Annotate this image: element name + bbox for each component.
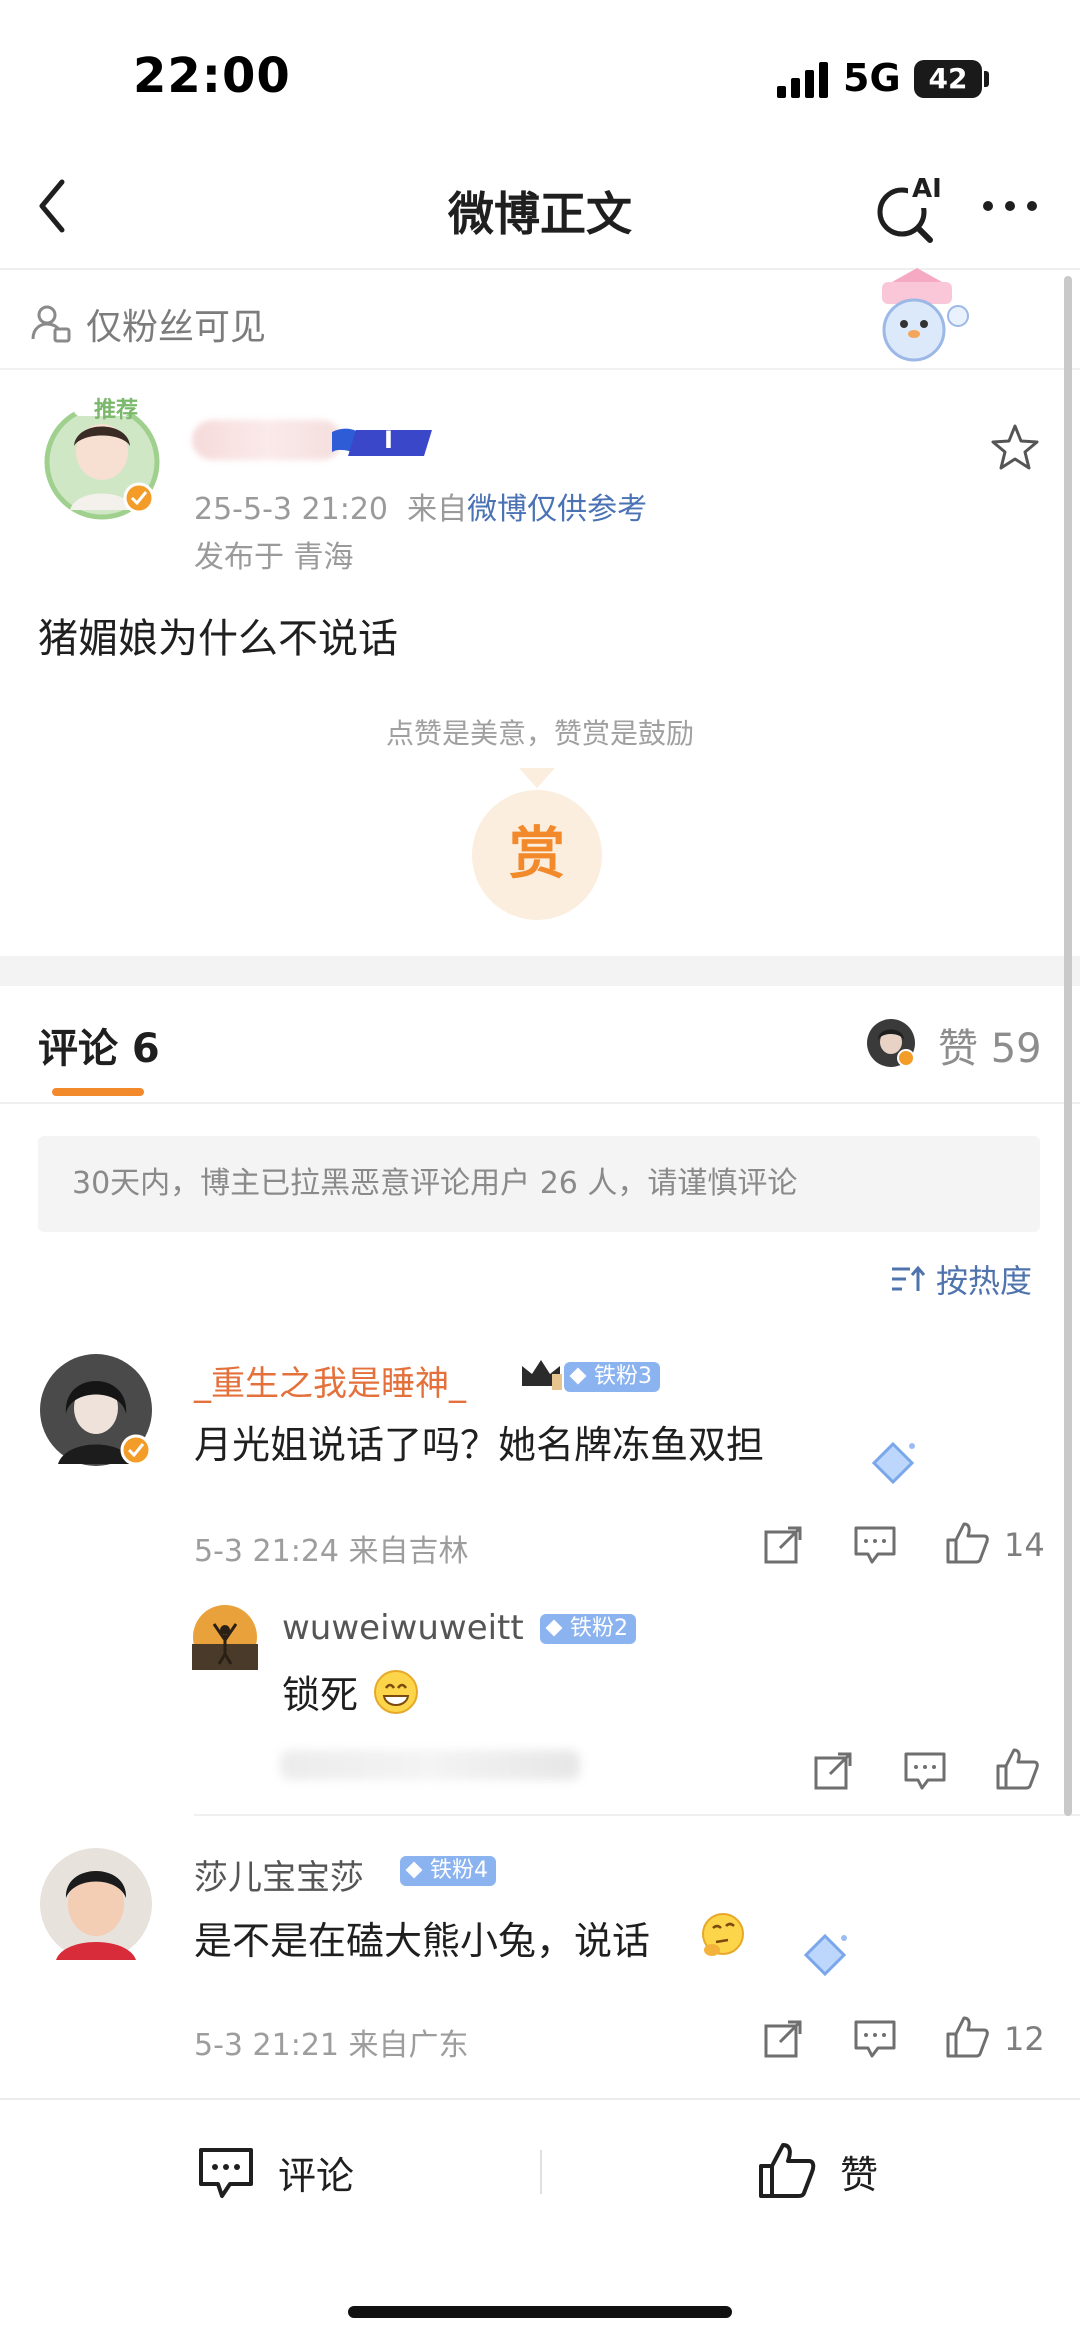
thinking-emoji-icon — [698, 1910, 748, 1960]
divider — [0, 1102, 1080, 1104]
like-count: 12 — [1004, 2020, 1045, 2058]
divider — [0, 368, 1080, 370]
grin-emoji-icon — [372, 1668, 420, 1716]
comment-icon — [904, 1752, 946, 1790]
fans-lock-icon — [31, 305, 71, 343]
section-gap — [0, 956, 1080, 986]
comment-meta: 5-3 21:24 来自吉林 — [194, 1534, 469, 1569]
share-button[interactable] — [760, 1522, 806, 1568]
comment-avatar[interactable] — [38, 1846, 154, 1962]
reply-button[interactable] — [852, 2016, 898, 2062]
share-button[interactable] — [760, 2016, 806, 2062]
author-avatar[interactable]: 推荐 — [36, 392, 168, 524]
reward-notch — [519, 768, 555, 790]
share-button[interactable] — [810, 1748, 856, 1794]
likes-count: 59 — [990, 1026, 1042, 1072]
tab-comments[interactable]: 评论 6 — [38, 1016, 160, 1074]
scrollbar[interactable] — [1064, 276, 1072, 1816]
like-button[interactable] — [944, 1520, 990, 1566]
reply-meta-redacted — [280, 1750, 580, 1780]
fan-badge: 铁粉3 — [564, 1362, 660, 1392]
reply-button[interactable] — [902, 1748, 948, 1794]
sort-icon — [892, 1265, 926, 1291]
likes-label: 赞 — [938, 1026, 978, 1072]
gem-icon — [868, 1438, 918, 1488]
comment-avatar[interactable] — [38, 1352, 154, 1468]
share-icon — [764, 1526, 802, 1564]
penguin-sticker — [862, 268, 972, 368]
divider — [540, 2150, 542, 2194]
more-button[interactable] — [972, 176, 1052, 236]
favorite-button[interactable] — [987, 420, 1043, 476]
visibility-label: 仅粉丝可见 — [86, 307, 267, 348]
post-source[interactable]: 微博仅供参考 — [467, 492, 647, 527]
bottom-action-bar — [0, 2098, 1080, 2341]
fan-level-badge: I — [328, 424, 434, 460]
share-icon — [814, 1752, 852, 1790]
battery-tip — [984, 71, 989, 87]
post-source-prefix: 来自 — [407, 492, 468, 527]
sort-button[interactable]: 按热度 — [890, 1256, 1032, 1302]
blocklist-notice: 30天内，博主已拉黑恶意评论用户 26 人，请谨慎评论 — [38, 1136, 1040, 1232]
crown-icon — [518, 1356, 564, 1392]
reward-tip: 点赞是美意，赞赏是鼓励 — [385, 717, 694, 750]
like-label: 赞 — [840, 2152, 879, 2197]
network-label: 5G — [843, 56, 901, 100]
visibility-row: 仅粉丝可见 — [30, 294, 266, 354]
comment-icon — [854, 2020, 896, 2058]
thumbs-up-icon — [946, 1522, 989, 1564]
write-comment-button[interactable]: 评论 — [196, 2142, 354, 2202]
thumbs-up-icon — [996, 1748, 1039, 1790]
sort-label: 按热度 — [936, 1262, 1033, 1300]
comment-icon — [199, 2148, 253, 2198]
fan-level-text: I — [384, 426, 393, 454]
author-name-redacted[interactable] — [192, 420, 342, 460]
comment-label: 评论 — [278, 2153, 355, 2198]
like-button[interactable] — [994, 1746, 1040, 1792]
likes-tab[interactable]: 赞 59 — [938, 1016, 1042, 1074]
ai-search-button[interactable]: AI — [868, 168, 948, 248]
post-meta: 25-5-3 21:20 来自微博仅供参考 — [194, 484, 647, 528]
comment-text: 月光姐说话了吗？她名牌冻鱼双担 — [194, 1423, 765, 1467]
share-icon — [764, 2020, 802, 2058]
reply-button[interactable] — [852, 1522, 898, 1568]
battery-icon: 42 — [914, 60, 982, 98]
comment-meta: 5-3 21:21 来自广东 — [194, 2028, 469, 2063]
gem-icon — [800, 1930, 850, 1980]
post-location: 发布于 青海 — [194, 540, 354, 575]
post-text: 猪媚娘为什么不说话 — [38, 616, 398, 662]
comment-icon — [854, 1526, 896, 1564]
ai-label: AI — [912, 174, 942, 204]
thumbs-up-icon — [759, 2143, 816, 2198]
like-button[interactable] — [944, 2014, 990, 2060]
star-icon — [991, 424, 1039, 470]
tab-underline — [52, 1088, 144, 1096]
more-icon — [983, 201, 1037, 211]
liker-avatar[interactable] — [866, 1018, 916, 1068]
post-datetime: 25-5-3 21:20 — [194, 492, 388, 527]
like-count: 14 — [1004, 1526, 1045, 1564]
home-indicator — [348, 2306, 732, 2318]
comment-text: 是不是在磕大熊小兔，说话 — [194, 1919, 651, 1963]
like-post-button[interactable]: 赞 — [756, 2140, 878, 2202]
divider — [194, 1814, 1080, 1816]
reply-avatar[interactable] — [192, 1604, 258, 1670]
reward-button[interactable]: 赏 — [472, 790, 602, 920]
thumbs-up-icon — [946, 2016, 989, 2058]
comment-username[interactable]: 莎儿宝宝莎 — [194, 1850, 364, 1899]
fan-badge: 铁粉4 — [400, 1856, 496, 1886]
reply-text: 锁死 — [282, 1673, 359, 1717]
status-time: 22:00 — [133, 48, 291, 104]
fan-badge: 铁粉2 — [540, 1614, 636, 1644]
signal-icon — [777, 62, 829, 98]
recommend-tag: 推荐 — [94, 398, 139, 423]
reply-username[interactable]: wuweiwuweitt — [282, 1608, 524, 1648]
comment-username[interactable]: _重生之我是睡神_ — [194, 1356, 466, 1405]
